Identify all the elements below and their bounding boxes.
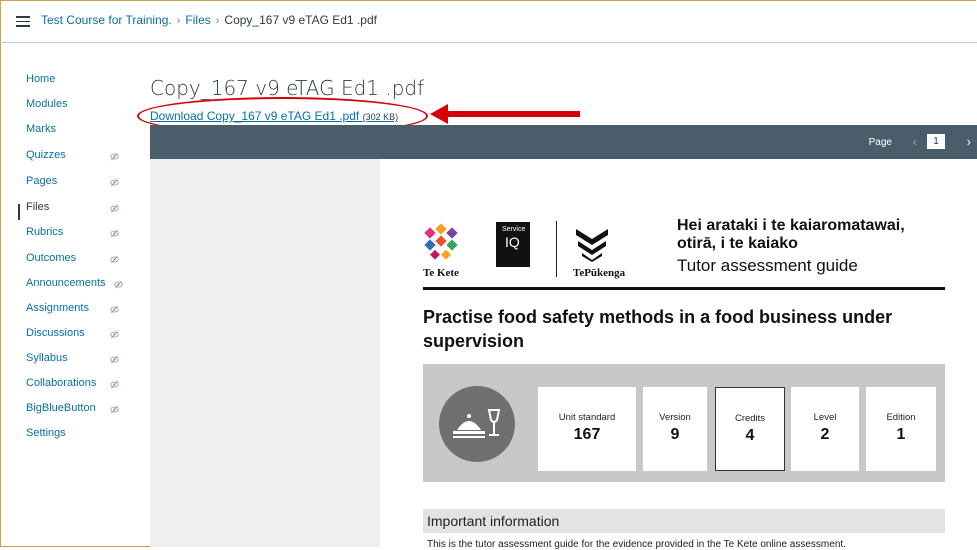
breadcrumb: Test Course for Training. › Files › Copy_167… — [41, 13, 377, 27]
hidden-eye-icon — [110, 305, 119, 314]
guide-title: Tutor assessment guide — [677, 256, 858, 275]
breadcrumb-current: Copy_167 v9 eTAG Ed1 .pdf — [224, 13, 377, 27]
card-label: Unit standard — [558, 412, 616, 423]
page-number-input[interactable]: 1 — [927, 134, 945, 149]
important-heading: Important information — [427, 513, 560, 529]
chevron-right-icon[interactable]: › — [967, 134, 971, 149]
card-level: Level 2 — [791, 387, 859, 471]
te-pukenga-label: TePūkenga — [573, 267, 626, 279]
card-credits: Credits 4 — [715, 387, 785, 471]
hidden-eye-icon — [110, 380, 119, 389]
card-value: 9 — [670, 426, 680, 443]
hei-line-2: otirā, i te kaiako — [677, 235, 798, 252]
important-info-header: Important information — [423, 509, 945, 533]
logo-divider — [556, 221, 557, 277]
heading-rule — [423, 287, 945, 290]
card-unit-standard: Unit standard 167 — [538, 387, 636, 471]
card-value: 4 — [745, 427, 755, 444]
unit-info-box: Unit standard 167 Version 9 Credits 4 Le… — [423, 364, 945, 482]
active-nav-indicator — [18, 204, 20, 220]
sidebar-item-discussions[interactable]: Discussions — [26, 327, 85, 339]
hidden-eye-icon — [110, 355, 119, 364]
card-label: Credits — [734, 413, 766, 424]
sidebar-item-marks[interactable]: Marks — [26, 123, 56, 135]
sidebar-item-home[interactable]: Home — [26, 73, 55, 85]
hidden-eye-icon — [114, 280, 123, 289]
pdf-toolbar: Page ‹ 1 › — [150, 125, 977, 159]
sidebar-item-outcomes[interactable]: Outcomes — [26, 252, 76, 264]
hei-line-1: Hei arataki i te kaiaromatawai, — [677, 217, 905, 234]
card-value: 167 — [573, 426, 601, 443]
hamburger-menu-icon[interactable] — [16, 16, 30, 27]
card-label: Level — [813, 412, 837, 423]
sidebar-item-files[interactable]: Files — [26, 201, 49, 213]
hidden-eye-icon — [110, 330, 119, 339]
hidden-eye-icon — [110, 204, 119, 213]
sidebar-item-quizzes[interactable]: Quizzes — [26, 149, 66, 161]
card-value: 1 — [896, 426, 906, 443]
hidden-eye-icon — [110, 229, 119, 238]
sidebar-item-assignments[interactable]: Assignments — [26, 302, 89, 314]
te-pukenga-logo-icon — [576, 229, 608, 262]
hei-arataki-heading: Hei arataki i te kaiaromatawai, otirā, i… — [677, 217, 905, 253]
card-edition: Edition 1 — [866, 387, 936, 471]
hidden-eye-icon — [110, 405, 119, 414]
te-kete-logo-icon — [424, 223, 458, 260]
unit-heading: Practise food safety methods in a food b… — [423, 307, 893, 351]
service-iq-big: IQ — [505, 234, 520, 250]
sidebar-item-syllabus[interactable]: Syllabus — [26, 352, 68, 364]
important-info-text: This is the tutor assessment guide for t… — [427, 539, 846, 550]
page-label: Page — [868, 137, 892, 148]
sidebar-item-bigbluebutton[interactable]: BigBlueButton — [26, 402, 96, 414]
pdf-viewer[interactable]: Page ‹ 1 › Te Kete Service IQ TePūkenga — [150, 125, 977, 550]
breadcrumb-separator-icon: › — [215, 15, 220, 27]
annotation-arrow-icon — [430, 104, 580, 124]
service-iq-logo: Service IQ — [496, 222, 530, 267]
top-bar: Test Course for Training. › Files › Copy_167… — [0, 0, 977, 43]
card-label: Version — [659, 412, 691, 423]
te-kete-label: Te Kete — [423, 267, 459, 279]
card-value: 2 — [820, 426, 830, 443]
breadcrumb-separator-icon: › — [176, 15, 181, 27]
card-label: Edition — [886, 412, 916, 423]
service-iq-small: Service — [502, 226, 526, 233]
breadcrumb-course[interactable]: Test Course for Training. — [41, 13, 172, 27]
chevron-left-icon[interactable]: ‹ — [913, 134, 917, 149]
sidebar-item-pages[interactable]: Pages — [26, 175, 57, 187]
pdf-page: Te Kete Service IQ TePūkenga Hei arataki… — [380, 159, 977, 550]
sidebar-item-collaborations[interactable]: Collaborations — [26, 377, 96, 389]
course-nav-sidebar: Home Modules Marks Quizzes Pages Files R… — [0, 43, 130, 547]
sidebar-item-settings[interactable]: Settings — [26, 427, 66, 439]
hidden-eye-icon — [110, 255, 119, 264]
sidebar-item-modules[interactable]: Modules — [26, 98, 68, 110]
card-version: Version 9 — [643, 387, 707, 471]
hidden-eye-icon — [110, 152, 119, 161]
hidden-eye-icon — [110, 178, 119, 187]
sidebar-item-rubrics[interactable]: Rubrics — [26, 226, 63, 238]
sidebar-item-announcements[interactable]: Announcements — [26, 277, 106, 289]
food-service-icon — [439, 386, 515, 462]
breadcrumb-files[interactable]: Files — [185, 13, 210, 27]
